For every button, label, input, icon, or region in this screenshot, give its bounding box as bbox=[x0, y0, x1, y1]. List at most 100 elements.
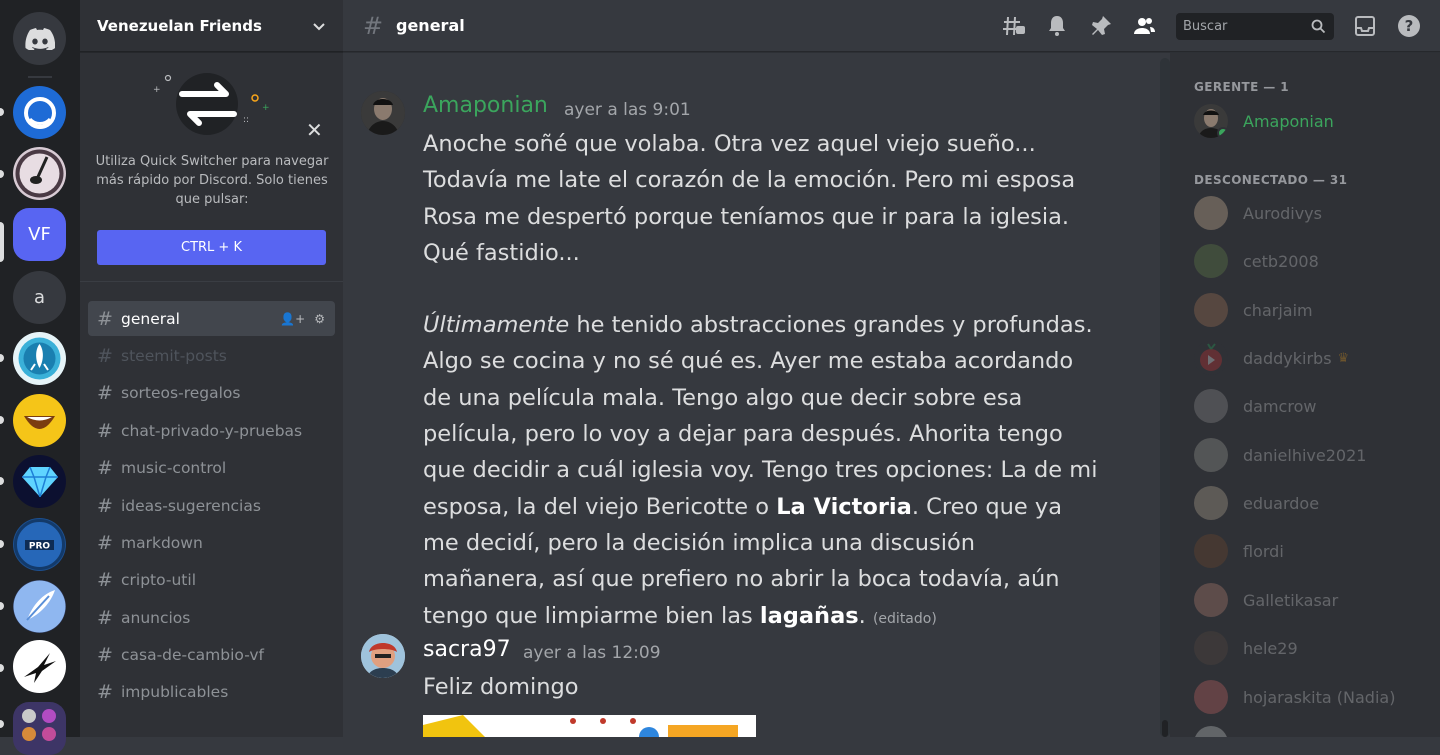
selected-pill bbox=[0, 222, 4, 262]
hashtag-icon: # bbox=[97, 643, 113, 666]
search-placeholder: Buscar bbox=[1183, 19, 1228, 34]
member-item[interactable]: damcrow bbox=[1194, 386, 1316, 426]
member-name: hele29 bbox=[1243, 638, 1298, 658]
member-item[interactable] bbox=[1194, 723, 1228, 737]
channel-cripto-util[interactable]: # cripto-util bbox=[88, 562, 335, 597]
member-name: Galletikasar bbox=[1243, 590, 1339, 610]
channel-anuncios[interactable]: # anuncios bbox=[88, 600, 335, 635]
channel-music-control[interactable]: # music-control bbox=[88, 450, 335, 485]
threads-icon[interactable] bbox=[1002, 14, 1026, 38]
message-author[interactable]: sacra97 bbox=[423, 637, 511, 662]
avatar bbox=[1194, 104, 1228, 138]
server-rail: VF a PRO bbox=[0, 0, 80, 755]
bold-text: lagañas bbox=[759, 602, 859, 629]
unread-pill bbox=[0, 602, 4, 610]
channel-markdown[interactable]: # markdown bbox=[88, 525, 335, 560]
chat-scrollbar[interactable] bbox=[1160, 58, 1170, 737]
search-icon bbox=[1311, 19, 1326, 34]
avatar[interactable] bbox=[361, 91, 405, 135]
member-item[interactable]: eduardoe bbox=[1194, 483, 1319, 523]
channel-header: # general Buscar ? bbox=[343, 0, 1440, 52]
avatar bbox=[1194, 196, 1228, 230]
avatar bbox=[1194, 389, 1228, 423]
channel-name: anuncios bbox=[121, 608, 191, 627]
channel-name: markdown bbox=[121, 533, 203, 552]
chat-scrollbar-thumb[interactable] bbox=[1162, 720, 1168, 737]
server-icon-smile[interactable] bbox=[13, 394, 66, 447]
close-icon[interactable]: ✕ bbox=[306, 118, 323, 142]
member-name: Amaponian bbox=[1243, 111, 1334, 131]
search-input[interactable]: Buscar bbox=[1176, 13, 1334, 40]
online-status-icon bbox=[1217, 127, 1228, 138]
message-paragraph: Anoche soñé que volaba. Otra vez aquel v… bbox=[423, 131, 1076, 266]
server-icon-ink-well[interactable] bbox=[13, 147, 66, 200]
member-item[interactable]: cetb2008 bbox=[1194, 241, 1319, 281]
server-icon-a[interactable]: a bbox=[13, 271, 66, 324]
member-item[interactable]: hele29 bbox=[1194, 628, 1298, 668]
pin-icon[interactable] bbox=[1089, 14, 1113, 38]
server-folder-icon[interactable] bbox=[13, 702, 66, 755]
server-icon-vf[interactable]: VF bbox=[13, 208, 66, 261]
message-author[interactable]: Amaponian bbox=[423, 93, 548, 118]
member-item[interactable]: flordi bbox=[1194, 531, 1284, 571]
channel-name: casa-de-cambio-vf bbox=[121, 645, 264, 664]
unread-pill bbox=[0, 720, 4, 728]
role-header-gerente: GERENTE — 1 bbox=[1194, 80, 1290, 94]
guild-header[interactable]: Venezuelan Friends bbox=[80, 0, 343, 52]
avatar bbox=[1194, 438, 1228, 472]
message-paragraph: Últimamente he tenido abstracciones gran… bbox=[423, 307, 1103, 637]
help-icon[interactable]: ? bbox=[1397, 14, 1421, 38]
server-icon-pro[interactable]: PRO bbox=[13, 518, 66, 571]
channel-name: cripto-util bbox=[121, 570, 196, 589]
message-image-attachment[interactable] bbox=[423, 715, 756, 737]
discord-app: VF a PRO Venezuelan Friends + +:: ✕ Uti… bbox=[0, 0, 1440, 755]
inbox-icon[interactable] bbox=[1353, 14, 1377, 38]
channel-name: impublicables bbox=[121, 682, 229, 701]
bell-icon[interactable] bbox=[1045, 14, 1069, 38]
channel-steemit-posts[interactable]: # steemit-posts bbox=[88, 338, 335, 373]
avatar bbox=[1194, 726, 1228, 737]
hashtag-icon: # bbox=[97, 680, 113, 703]
channel-name: music-control bbox=[121, 458, 227, 477]
member-name: cetb2008 bbox=[1243, 251, 1319, 271]
quick-switcher-illustration: + + :: bbox=[153, 73, 270, 135]
gear-icon[interactable]: ⚙ bbox=[314, 312, 325, 326]
unread-pill bbox=[0, 540, 4, 548]
member-item[interactable]: charjaim bbox=[1194, 290, 1313, 330]
add-member-icon[interactable]: 👤+ bbox=[280, 312, 305, 326]
discord-home-icon[interactable] bbox=[13, 12, 66, 65]
channel-ideas-sugerencias[interactable]: # ideas-sugerencias bbox=[88, 488, 335, 523]
server-icon-diamond[interactable] bbox=[13, 455, 66, 508]
member-item[interactable]: danielhive2021 bbox=[1194, 435, 1366, 475]
server-icon-blue-swirl[interactable] bbox=[13, 86, 66, 139]
server-icon-hummingbird[interactable] bbox=[13, 640, 66, 693]
channel-sorteos-regalos[interactable]: # sorteos-regalos bbox=[88, 375, 335, 410]
hashtag-icon: # bbox=[97, 531, 113, 554]
message-text: he tenido abstracciones grandes y profun… bbox=[423, 312, 1098, 520]
unread-pill bbox=[0, 354, 4, 362]
server-initials: VF bbox=[28, 224, 51, 245]
unread-pill bbox=[0, 170, 4, 178]
hashtag-icon: # bbox=[97, 381, 113, 404]
member-item[interactable]: Amaponian bbox=[1194, 101, 1334, 141]
member-item[interactable]: Aurodivys bbox=[1194, 193, 1322, 233]
member-item[interactable]: Galletikasar bbox=[1194, 580, 1338, 620]
channel-chat-privado-y-pruebas[interactable]: # chat-privado-y-pruebas bbox=[88, 413, 335, 448]
svg-text:+: + bbox=[262, 103, 270, 113]
message-content: Feliz domingo bbox=[423, 674, 579, 700]
server-icon-rocket[interactable] bbox=[13, 332, 66, 385]
channel-impublicables[interactable]: # impublicables bbox=[88, 674, 335, 709]
avatar[interactable] bbox=[361, 634, 405, 678]
server-icon-feather[interactable] bbox=[13, 580, 66, 633]
member-name: charjaim bbox=[1243, 300, 1313, 320]
member-item[interactable]: hojaraskita (Nadia) bbox=[1194, 677, 1395, 717]
edited-label: (editado) bbox=[872, 610, 937, 627]
member-name: danielhive2021 bbox=[1243, 445, 1367, 465]
svg-text:?: ? bbox=[1405, 17, 1414, 35]
quick-switcher-button[interactable]: CTRL + K bbox=[97, 230, 326, 265]
channel-name: ideas-sugerencias bbox=[121, 496, 261, 515]
member-item[interactable]: daddykirbs ♛ bbox=[1194, 338, 1349, 378]
member-list-icon[interactable] bbox=[1132, 14, 1156, 38]
channel-casa-de-cambio-vf[interactable]: # casa-de-cambio-vf bbox=[88, 637, 335, 672]
channel-general[interactable]: # general 👤+ ⚙ bbox=[88, 301, 335, 336]
